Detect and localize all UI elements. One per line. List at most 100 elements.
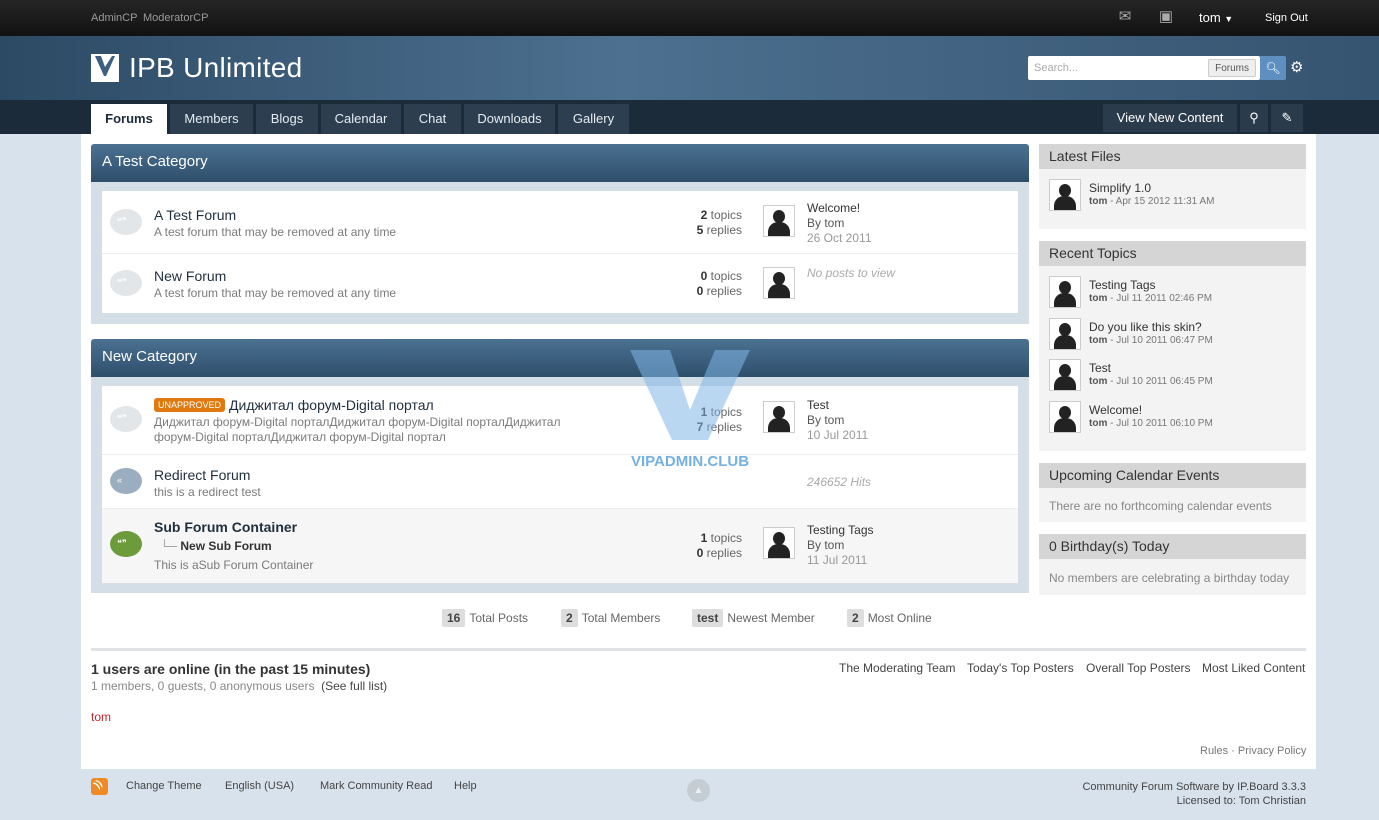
logo-icon (91, 54, 119, 82)
last-post-author[interactable]: By tom (807, 538, 874, 553)
rules-privacy-links[interactable]: Rules · Privacy Policy (1200, 745, 1306, 757)
moderating-team-link[interactable]: The Moderating Team (839, 661, 956, 675)
site-title: IPB Unlimited (129, 52, 303, 83)
topic-meta: tom - Jul 10 2011 06:45 PM (1089, 376, 1213, 387)
topic-title[interactable]: Testing Tags (1089, 278, 1156, 292)
online-users-title: 1 users are online (in the past 15 minut… (91, 661, 371, 677)
user-menu[interactable]: tom ▼ (1199, 10, 1233, 25)
tab-downloads[interactable]: Downloads (464, 104, 555, 134)
avatar[interactable] (763, 527, 795, 559)
divider (91, 648, 1306, 651)
forum-read-icon: ❝❞ (110, 406, 142, 432)
topic-title[interactable]: Welcome! (1089, 403, 1142, 417)
inbox-icon[interactable]: ✉ (1116, 8, 1134, 26)
subforum-arrow-icon: └─ (160, 539, 178, 553)
search-button[interactable]: 🔍︎ (1260, 56, 1286, 80)
overall-top-posters-link[interactable]: Overall Top Posters (1086, 661, 1191, 675)
sign-out-link[interactable]: Sign Out (1265, 12, 1308, 24)
avatar[interactable] (763, 205, 795, 237)
forum-description: This is aSub Forum Container (154, 558, 314, 572)
last-post-date: 11 Jul 2011 (807, 553, 868, 567)
calendar-events-block: There are no forthcoming calendar events (1039, 488, 1306, 522)
todays-top-posters-link[interactable]: Today's Top Posters (967, 661, 1074, 675)
recent-topics-header: Recent Topics (1039, 241, 1306, 266)
avatar[interactable] (1049, 359, 1081, 391)
view-new-content-button[interactable]: View New Content (1103, 104, 1237, 132)
change-theme-link[interactable]: Change Theme (126, 780, 202, 792)
tab-gallery[interactable]: Gallery (558, 104, 629, 134)
back-to-top-icon[interactable]: ▲ (687, 779, 710, 802)
site-logo[interactable]: IPB Unlimited (91, 52, 303, 84)
search-icon: 🔍︎ (1265, 61, 1281, 75)
license-text: Licensed to: Tom Christian (1176, 795, 1306, 807)
latest-files-block: Simplify 1.0 tom - Apr 15 2012 11:31 AM (1039, 169, 1306, 229)
avatar[interactable] (1049, 276, 1081, 308)
avatar[interactable] (1049, 318, 1081, 350)
search-scope[interactable]: Forums (1208, 59, 1256, 77)
main-content: A Test Category ❝❞ A Test Forum A test f… (81, 134, 1316, 769)
forum-row: ❝❞ New Forum A test forum that may be re… (102, 254, 1018, 313)
mark-read-link[interactable]: Mark Community Read (320, 780, 432, 792)
help-link[interactable]: Help (454, 780, 477, 792)
topic-title[interactable]: Test (1089, 361, 1111, 375)
online-user-link[interactable]: tom (91, 710, 111, 724)
reports-icon[interactable]: ▣ (1157, 8, 1175, 26)
gear-icon[interactable]: ⚙ (1290, 56, 1303, 80)
language-link[interactable]: English (USA) (225, 780, 294, 792)
stat-newest-member[interactable]: test Newest Member (692, 609, 815, 627)
file-meta: tom - Apr 15 2012 11:31 AM (1089, 196, 1215, 207)
forum-description: this is a redirect test (154, 485, 261, 499)
last-post-title[interactable]: Welcome! (807, 201, 872, 216)
forum-title[interactable]: Sub Forum Container (154, 519, 297, 535)
most-liked-content-link[interactable]: Most Liked Content (1202, 661, 1305, 675)
chevron-down-icon: ▼ (1224, 14, 1234, 24)
file-title[interactable]: Simplify 1.0 (1089, 181, 1151, 195)
forum-title[interactable]: Диджитал форум-Digital портал (229, 397, 434, 413)
last-post-date: 26 Oct 2011 (807, 231, 872, 245)
last-post-info: Test By tom 10 Jul 2011 (807, 398, 868, 443)
rss-icon[interactable] (91, 778, 108, 795)
top-bar: AdminCP ModeratorCP ✉ ▣ tom ▼ Sign Out (0, 0, 1379, 36)
topic-title[interactable]: Do you like this skin? (1089, 320, 1202, 334)
copyright: Community Forum Software by IP.Board 3.3… (1082, 780, 1306, 808)
topic-meta: tom - Jul 11 2011 02:46 PM (1089, 293, 1213, 304)
last-post-author[interactable]: By tom (807, 216, 872, 231)
subforum-link[interactable]: └─ New Sub Forum (160, 539, 272, 553)
forum-title[interactable]: New Forum (154, 268, 226, 284)
tab-blogs[interactable]: Blogs (256, 104, 318, 134)
avatar[interactable] (1049, 401, 1081, 433)
topic-meta: tom - Jul 10 2011 06:10 PM (1089, 418, 1213, 429)
tab-chat[interactable]: Chat (404, 104, 461, 134)
category-header[interactable]: A Test Category (91, 144, 1029, 182)
tab-calendar[interactable]: Calendar (321, 104, 401, 134)
powered-by-link[interactable]: Community Forum Software by IP.Board 3.3… (1082, 780, 1306, 794)
recent-topics-block: Testing Tags tom - Jul 11 2011 02:46 PM … (1039, 266, 1306, 451)
moderatorcp-link[interactable]: ModeratorCP (143, 12, 208, 24)
topic-meta: tom - Jul 10 2011 06:47 PM (1089, 335, 1213, 346)
tab-members[interactable]: Members (170, 104, 253, 134)
brush-icon[interactable]: ✎ (1271, 104, 1303, 132)
forum-stats: 0 topics 0 replies (696, 269, 742, 298)
search-input[interactable]: Search... Forums (1028, 56, 1260, 80)
avatar[interactable] (763, 401, 795, 433)
avatar[interactable] (1049, 179, 1081, 211)
forum-unread-icon: ❝❞ (110, 531, 142, 557)
forum-title[interactable]: Redirect Forum (154, 467, 250, 483)
category-header[interactable]: New Category (91, 339, 1029, 377)
primary-nav: Forums Members Blogs Calendar Chat Downl… (0, 100, 1379, 134)
tab-forums[interactable]: Forums (91, 104, 167, 134)
birthdays-empty-note: No members are celebrating a birthday to… (1049, 571, 1290, 585)
last-post-title[interactable]: Test (807, 398, 868, 413)
last-post-title[interactable]: Testing Tags (807, 523, 874, 538)
forum-row: « Redirect Forum this is a redirect test… (102, 455, 1018, 509)
forum-title[interactable]: A Test Forum (154, 207, 236, 223)
map-pin-icon[interactable]: ⚲ (1240, 104, 1268, 132)
redirect-icon: « (110, 468, 142, 494)
last-post-author[interactable]: By tom (807, 413, 868, 428)
admincp-link[interactable]: AdminCP (91, 12, 137, 24)
last-post-date: 10 Jul 2011 (807, 428, 869, 442)
latest-files-header: Latest Files (1039, 144, 1306, 169)
see-full-list-link[interactable]: (See full list) (321, 679, 387, 693)
calendar-events-header: Upcoming Calendar Events (1039, 463, 1306, 488)
last-post-info: Welcome! By tom 26 Oct 2011 (807, 201, 872, 246)
